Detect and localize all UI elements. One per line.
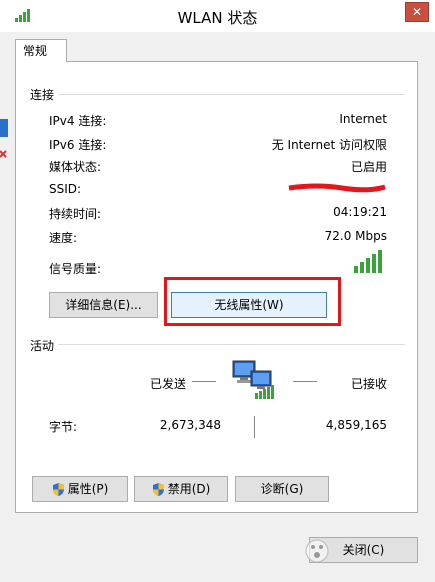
speed-value: 72.0 Mbps — [324, 229, 387, 243]
bytes-received-value: 4,859,165 — [325, 418, 387, 432]
duration-value: 04:19:21 — [333, 205, 387, 219]
bytes-divider — [254, 416, 255, 438]
details-button[interactable]: 详细信息(E)... — [49, 292, 158, 318]
sent-line — [192, 381, 216, 382]
network-computers-icon — [232, 360, 274, 399]
ipv4-label: IPv4 连接: — [49, 114, 107, 128]
annotation-highlight-box — [164, 277, 341, 326]
properties-label: 属性(P) — [67, 482, 109, 496]
uac-shield-icon — [152, 483, 164, 496]
ipv6-value: 无 Internet 访问权限 — [271, 138, 387, 152]
duration-label: 持续时间: — [49, 207, 102, 221]
disable-button[interactable]: 禁用(D) — [134, 476, 228, 502]
received-line — [293, 381, 317, 382]
connection-header: 连接 — [30, 86, 59, 103]
activity-header: 活动 — [30, 337, 59, 354]
media-state-label: 媒体状态: — [49, 160, 102, 174]
window-title: WLAN 状态 — [177, 9, 258, 27]
uac-shield-icon — [52, 483, 64, 496]
properties-button[interactable]: 属性(P) — [32, 476, 128, 502]
speed-label: 速度: — [49, 231, 78, 245]
received-label: 已接收 — [350, 377, 387, 391]
ssid-label: SSID: — [49, 182, 82, 196]
signal-quality-label: 信号质量: — [49, 262, 102, 276]
background-window-sliver — [0, 75, 8, 175]
diagnose-button[interactable]: 诊断(G) — [235, 476, 329, 502]
close-button[interactable]: ✕ — [405, 2, 429, 22]
tab-general[interactable]: 常规 — [15, 39, 67, 62]
baidu-watermark-logo — [305, 539, 329, 563]
ssid-redaction — [288, 183, 386, 193]
connection-divider — [57, 94, 405, 95]
bytes-sent-value: 2,673,348 — [159, 418, 221, 432]
ipv4-value: Internet — [339, 112, 387, 126]
title-bar: WLAN 状态 ✕ — [0, 0, 435, 32]
media-state-value: 已启用 — [350, 160, 387, 174]
bytes-label: 字节: — [49, 420, 78, 434]
ipv6-label: IPv6 连接: — [49, 138, 107, 152]
disable-label: 禁用(D) — [167, 482, 211, 496]
signal-quality-icon — [354, 250, 382, 273]
sent-label: 已发送 — [150, 377, 187, 391]
activity-divider — [57, 344, 405, 345]
